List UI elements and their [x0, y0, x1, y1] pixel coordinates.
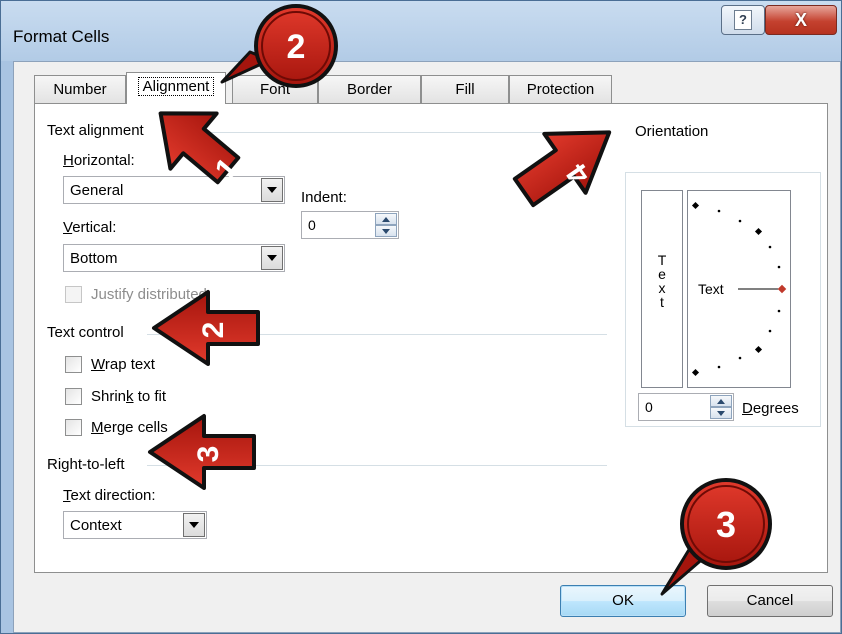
dial-marker-45	[754, 227, 763, 236]
shrink-to-fit-checkbox[interactable]	[65, 388, 82, 405]
vertical-dropdown-button[interactable]	[261, 246, 283, 270]
dial-pointer-marker	[777, 284, 787, 294]
degrees-down-button[interactable]	[710, 407, 732, 419]
dial-text-label: Text	[698, 281, 724, 297]
indent-label: Indent:	[301, 189, 347, 206]
text-control-heading: Text control	[47, 324, 124, 341]
indent-up-button[interactable]	[375, 213, 397, 225]
indent-down-button[interactable]	[375, 225, 397, 237]
right-to-left-heading: Right-to-left	[47, 456, 125, 473]
orientation-heading: Orientation	[633, 123, 711, 140]
shrink-to-fit-label: Shrink to fit	[91, 388, 167, 405]
dial-dot	[768, 329, 772, 333]
text-direction-value: Context	[70, 517, 122, 534]
wrap-text-label: Wrap text	[91, 356, 155, 373]
spin-down-icon	[382, 228, 390, 234]
close-icon: X	[794, 9, 807, 30]
dial-marker-minus-45	[754, 345, 763, 354]
dial-dot	[738, 219, 742, 223]
merge-cells-checkbox[interactable]	[65, 419, 82, 436]
text-direction-dropdown-button[interactable]	[183, 513, 205, 537]
merge-cells-label: Merge cells	[91, 419, 168, 436]
tab-fill[interactable]: Fill	[421, 75, 509, 103]
degrees-value: 0	[645, 399, 653, 415]
dial-marker-minus-90	[691, 368, 700, 377]
right-to-left-divider	[147, 465, 607, 466]
dialog-title: Format Cells	[13, 27, 110, 46]
horizontal-select[interactable]: General	[63, 176, 285, 204]
dial-dot	[717, 365, 721, 369]
tab-number[interactable]: Number	[34, 75, 126, 103]
text-direction-select[interactable]: Context	[63, 511, 207, 539]
horizontal-label: Horizontal:	[63, 152, 135, 169]
ok-button[interactable]: OK	[560, 585, 686, 617]
format-cells-dialog: Format Cells ? X Number Alignment Font B…	[0, 0, 842, 634]
indent-spinner[interactable]: 0	[301, 211, 399, 239]
dial-dot	[777, 309, 781, 313]
chevron-down-icon	[267, 187, 277, 193]
text-alignment-heading: Text alignment	[47, 122, 144, 139]
horizontal-value: General	[70, 182, 124, 199]
dial-marker-90	[691, 201, 700, 210]
spin-down-icon	[717, 410, 725, 416]
vertical-label: Vertical:	[63, 219, 117, 236]
close-button[interactable]: X	[765, 5, 837, 35]
dial-dot	[768, 245, 772, 249]
cancel-button[interactable]: Cancel	[707, 585, 833, 617]
dialog-body: Number Alignment Font Border Fill Protec…	[13, 61, 841, 633]
vertical-text-sample: T e x t	[657, 252, 667, 310]
degrees-spinner[interactable]: 0	[638, 393, 734, 421]
text-alignment-divider	[167, 132, 607, 133]
text-control-divider	[147, 334, 607, 335]
dial-dot	[717, 209, 721, 213]
help-button[interactable]: ?	[721, 5, 765, 35]
tab-alignment-label: Alignment	[137, 77, 215, 96]
degrees-up-button[interactable]	[710, 395, 732, 407]
dial-dot	[777, 265, 781, 269]
tab-alignment[interactable]: Alignment	[126, 72, 226, 104]
tab-protection[interactable]: Protection	[509, 75, 612, 103]
spin-up-icon	[717, 398, 725, 404]
chevron-down-icon	[267, 255, 277, 261]
spin-up-icon	[382, 216, 390, 222]
title-bar[interactable]: Format Cells ? X	[1, 1, 841, 61]
vertical-text-toggle[interactable]: T e x t	[641, 190, 683, 388]
text-direction-label: Text direction:	[63, 487, 156, 504]
orientation-dial-graphic: Text	[691, 201, 787, 377]
indent-value: 0	[308, 217, 316, 233]
help-icon: ?	[734, 10, 752, 30]
vertical-value: Bottom	[70, 250, 118, 267]
alignment-panel: Text alignment Horizontal: General Inden…	[34, 103, 828, 573]
chevron-down-icon	[189, 522, 199, 528]
justify-distributed-checkbox[interactable]	[65, 286, 82, 303]
horizontal-dropdown-button[interactable]	[261, 178, 283, 202]
degrees-label: Degrees	[742, 400, 799, 417]
wrap-text-checkbox[interactable]	[65, 356, 82, 373]
tab-border[interactable]: Border	[318, 75, 421, 103]
vertical-select[interactable]: Bottom	[63, 244, 285, 272]
tab-font[interactable]: Font	[232, 75, 318, 103]
orientation-dial[interactable]: Text	[687, 190, 791, 388]
dial-dot	[738, 356, 742, 360]
justify-distributed-label: Justify distributed	[91, 286, 207, 303]
